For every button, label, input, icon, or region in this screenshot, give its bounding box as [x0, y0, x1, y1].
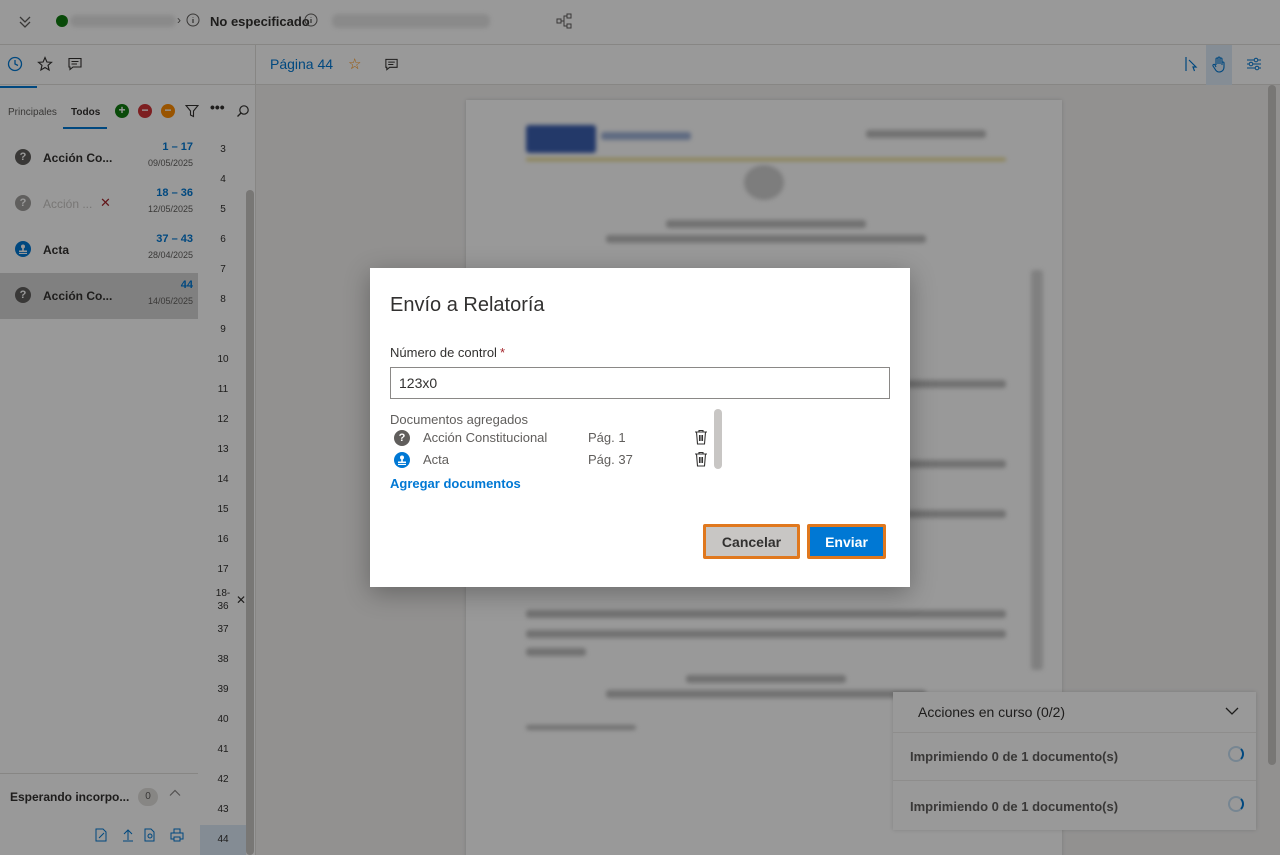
documents-scrollbar[interactable] — [714, 409, 722, 469]
send-to-relatoria-dialog: Envío a Relatoría Número de control* Doc… — [370, 268, 910, 587]
added-document-row: ? Acción Constitucional Pág. 1 — [394, 429, 714, 447]
add-documents-link[interactable]: Agregar documentos — [390, 476, 521, 491]
control-number-label: Número de control * — [390, 345, 506, 360]
cancel-button[interactable]: Cancelar — [703, 524, 800, 559]
stamp-icon — [394, 452, 410, 468]
added-document-page: Pág. 37 — [588, 452, 633, 467]
dialog-title: Envío a Relatoría — [390, 294, 545, 316]
required-asterisk: * — [499, 345, 506, 360]
question-icon: ? — [394, 430, 410, 446]
added-documents-label: Documentos agregados — [390, 412, 529, 427]
control-number-input[interactable] — [390, 367, 890, 399]
send-button[interactable]: Enviar — [807, 524, 886, 559]
added-document-page: Pág. 1 — [588, 430, 626, 445]
added-document-row: Acta Pág. 37 — [394, 451, 714, 469]
added-document-name: Acción Constitucional — [423, 430, 548, 445]
added-document-name: Acta — [423, 452, 450, 467]
trash-icon[interactable] — [694, 451, 708, 470]
trash-icon[interactable] — [694, 429, 708, 448]
